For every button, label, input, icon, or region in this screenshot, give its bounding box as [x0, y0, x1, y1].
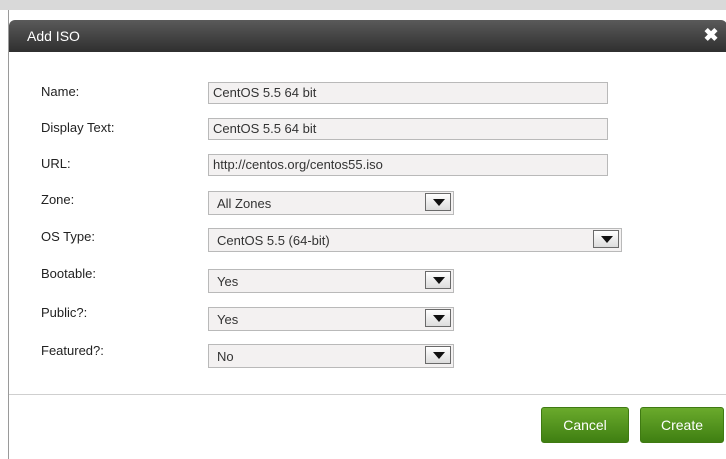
dialog-titlebar: Add ISO ✖ [9, 20, 726, 52]
zone-select[interactable]: All Zones [208, 191, 454, 215]
chevron-down-icon[interactable] [593, 230, 619, 248]
chevron-down-icon[interactable] [425, 193, 451, 211]
zone-select-value: All Zones [217, 196, 272, 211]
featured-select[interactable]: No [208, 344, 454, 368]
public-label: Public?: [41, 305, 88, 320]
footer-divider [9, 394, 726, 395]
zone-label: Zone: [41, 192, 75, 207]
create-button[interactable]: Create [640, 407, 724, 443]
chevron-down-icon[interactable] [425, 271, 451, 289]
name-field[interactable]: CentOS 5.5 64 bit [208, 82, 608, 104]
public-select[interactable]: Yes [208, 307, 454, 331]
url-label: URL: [41, 156, 71, 171]
page: Add ISO ✖ Name: CentOS 5.5 64 bit Displa… [0, 0, 726, 459]
close-icon[interactable]: ✖ [701, 25, 721, 45]
display-text-field[interactable]: CentOS 5.5 64 bit [208, 118, 608, 140]
featured-label: Featured?: [41, 343, 104, 358]
display-text-label: Display Text: [41, 120, 115, 135]
os-type-select-value: CentOS 5.5 (64-bit) [217, 233, 330, 248]
cancel-button[interactable]: Cancel [541, 407, 629, 443]
add-iso-dialog: Add ISO ✖ Name: CentOS 5.5 64 bit Displa… [8, 10, 726, 459]
bootable-select-value: Yes [217, 274, 239, 289]
bootable-label: Bootable: [41, 266, 96, 281]
name-label: Name: [41, 84, 80, 99]
bootable-select[interactable]: Yes [208, 269, 454, 293]
public-select-value: Yes [217, 312, 239, 327]
chevron-down-icon[interactable] [425, 346, 451, 364]
featured-select-value: No [217, 349, 234, 364]
os-type-label: OS Type: [41, 229, 95, 244]
backdrop-strip [0, 0, 726, 10]
dialog-title: Add ISO [27, 28, 80, 44]
chevron-down-icon[interactable] [425, 309, 451, 327]
url-field[interactable]: http://centos.org/centos55.iso [208, 154, 608, 176]
os-type-select[interactable]: CentOS 5.5 (64-bit) [208, 228, 622, 252]
